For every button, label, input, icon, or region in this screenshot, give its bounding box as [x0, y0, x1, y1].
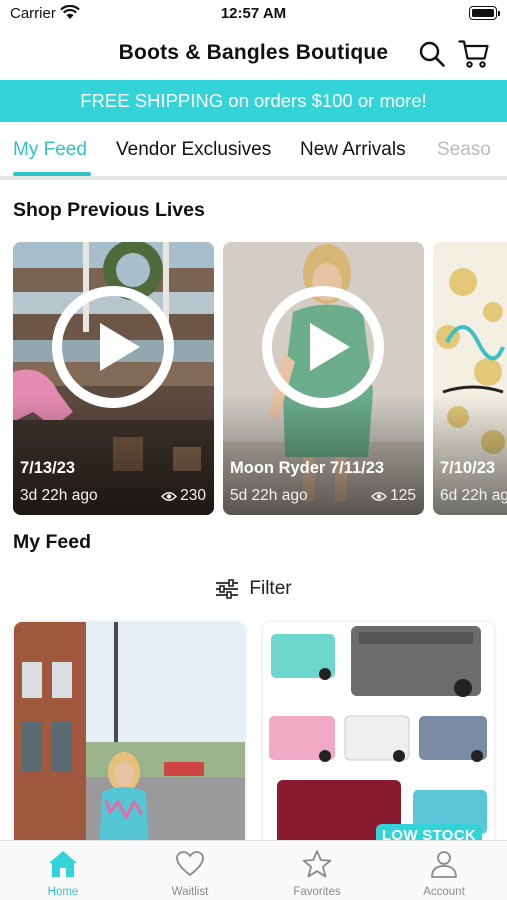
person-icon: [427, 847, 461, 881]
play-icon[interactable]: [52, 286, 174, 408]
my-feed-title: My Feed: [13, 531, 92, 553]
tab-home-label: Home: [47, 886, 79, 898]
star-icon: [300, 847, 334, 881]
live-time-ago: 5d 22h ago: [230, 487, 308, 504]
views-value: 125: [390, 487, 416, 504]
free-shipping-banner: FREE SHIPPING on orders $100 or more!: [0, 80, 507, 122]
live-title: 7/13/23: [20, 459, 76, 477]
product-image: [263, 622, 494, 852]
tab-favorites[interactable]: Favorites: [254, 847, 380, 900]
tab-favorites-label: Favorites: [293, 886, 341, 898]
tab-waitlist[interactable]: Waitlist: [127, 847, 253, 900]
feed-product-card[interactable]: LOW STOCK: [263, 622, 494, 852]
tab-home[interactable]: Home: [0, 847, 126, 900]
tab-account[interactable]: Account: [381, 847, 507, 900]
eye-icon: [161, 491, 178, 501]
search-button[interactable]: [415, 37, 449, 71]
search-icon: [419, 41, 445, 67]
live-view-count: 125: [371, 487, 416, 505]
tab-account-label: Account: [423, 886, 465, 898]
live-video-card[interactable]: 7/10/23 6d 22h ago: [433, 242, 507, 515]
cart-button[interactable]: [457, 37, 491, 71]
views-value: 230: [180, 487, 206, 504]
eye-icon: [371, 491, 388, 501]
live-time-ago: 3d 22h ago: [20, 487, 98, 504]
status-time: 12:57 AM: [220, 5, 287, 22]
live-title: 7/10/23: [440, 459, 496, 477]
product-image: [14, 622, 245, 852]
bottom-tab-bar: Home Waitlist Favorites Account: [0, 840, 507, 900]
active-tab-indicator: [13, 172, 91, 176]
category-tabs: My Feed Vendor Exclusives New Arrivals S…: [0, 124, 507, 180]
cart-icon: [458, 40, 489, 68]
tab-new-arrivals[interactable]: New Arrivals: [300, 139, 406, 161]
live-view-count: 230: [161, 487, 206, 505]
previous-lives-title: Shop Previous Lives: [13, 199, 205, 221]
tab-vendor-exclusives[interactable]: Vendor Exclusives: [116, 139, 271, 161]
live-time-ago: 6d 22h ago: [440, 487, 507, 504]
play-icon[interactable]: [262, 286, 384, 408]
tab-waitlist-label: Waitlist: [171, 886, 209, 898]
heart-icon: [173, 847, 207, 881]
tab-seasonal[interactable]: Seaso: [437, 139, 491, 161]
promo-text: FREE SHIPPING on orders $100 or more!: [80, 90, 427, 111]
battery-icon: [469, 6, 500, 20]
live-video-card[interactable]: Moon Ryder 7/11/23 5d 22h ago 125: [223, 242, 424, 515]
filter-button[interactable]: Filter: [0, 574, 507, 604]
home-icon: [46, 847, 80, 881]
live-title: Moon Ryder 7/11/23: [230, 459, 385, 477]
tab-my-feed[interactable]: My Feed: [13, 139, 87, 161]
status-bar: Carrier 12:57 AM: [0, 0, 507, 30]
previous-lives-carousel[interactable]: 7/13/23 3d 22h ago 230 Moon Ryder 7/11/2…: [0, 242, 507, 516]
filter-label: Filter: [249, 578, 292, 599]
live-video-card[interactable]: 7/13/23 3d 22h ago 230: [13, 242, 214, 515]
feed-product-card[interactable]: [14, 622, 245, 852]
nav-bar: Boots & Bangles Boutique: [0, 30, 507, 78]
filter-sliders-icon: [216, 579, 239, 599]
